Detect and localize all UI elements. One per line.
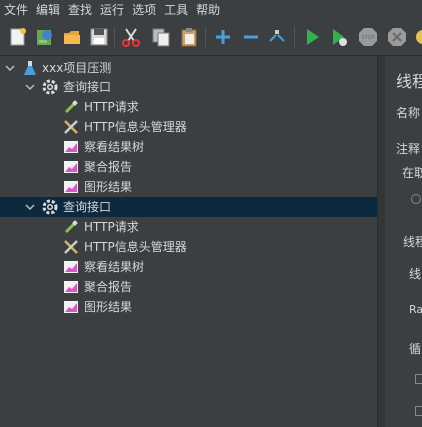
tree-node-label: HTTP请求 [84, 220, 139, 234]
new-icon[interactable] [7, 26, 29, 48]
chart-icon [63, 279, 79, 295]
tree-node-label: xxx项目压测 [42, 61, 112, 75]
menu-bar: 文件 编辑 查找 运行 选项 工具 帮助 [0, 0, 422, 20]
chevron-down-icon[interactable] [24, 81, 36, 93]
tree-node-label: 图形结果 [84, 180, 133, 194]
tree-node-http-request[interactable]: HTTP请求 [0, 217, 377, 237]
menu-file[interactable]: 文件 [0, 0, 32, 20]
tree-node-http-request[interactable]: HTTP请求 [0, 97, 377, 117]
menu-search[interactable]: 查找 [64, 0, 96, 20]
tree-node-label: 聚合报告 [84, 280, 133, 294]
menu-help[interactable]: 帮助 [192, 0, 224, 20]
tree-node-listener[interactable]: 察看结果树 [0, 257, 377, 277]
tree-node-listener[interactable]: 聚合报告 [0, 277, 377, 297]
tree-node-thread-group[interactable]: 查询接口 [0, 197, 377, 217]
tree-node-label: HTTP信息头管理器 [84, 240, 187, 254]
menu-edit[interactable]: 编辑 [32, 0, 64, 20]
loop-count-label: 循 [409, 342, 422, 356]
menu-run[interactable]: 运行 [96, 0, 128, 20]
start-icon[interactable] [301, 26, 323, 48]
cut-icon[interactable] [120, 26, 142, 48]
toolbar: STOP [0, 20, 422, 56]
tree-node-label: 察看结果树 [84, 260, 145, 274]
toolbar-separator [114, 27, 115, 47]
chart-icon [63, 259, 79, 275]
tree-node-header-manager[interactable]: HTTP信息头管理器 [0, 237, 377, 257]
menu-options[interactable]: 选项 [128, 0, 160, 20]
gear-icon [42, 79, 58, 95]
test-plan-tree: xxx项目压测 查询接口 HTTP请求 HTTP信息头管理器 察看结果树 聚合报… [0, 56, 377, 427]
flask-icon [22, 60, 38, 76]
comment-label: 注释 [396, 142, 421, 156]
clear-icon[interactable] [412, 26, 422, 48]
tree-node-test-plan[interactable]: xxx项目压测 [0, 58, 377, 78]
chart-icon [63, 159, 79, 175]
toolbar-separator [205, 27, 206, 47]
tree-node-listener[interactable]: 图形结果 [0, 177, 377, 197]
chevron-down-icon[interactable] [4, 62, 16, 74]
tree-node-label: HTTP信息头管理器 [84, 120, 187, 134]
chart-icon [63, 179, 79, 195]
split-pane-divider[interactable] [377, 56, 385, 427]
tree-node-label: 图形结果 [84, 300, 133, 314]
shutdown-icon[interactable] [386, 26, 408, 48]
stop-icon[interactable]: STOP [357, 26, 379, 48]
toggle-icon[interactable] [266, 26, 288, 48]
tree-node-listener[interactable]: 图形结果 [0, 297, 377, 317]
tree-node-label: 查询接口 [63, 200, 112, 214]
open-icon[interactable] [61, 26, 83, 48]
threads-count-label: 线 [409, 267, 422, 281]
pipette-icon [63, 99, 79, 115]
tree-node-label: 聚合报告 [84, 160, 133, 174]
start-no-pause-icon[interactable] [328, 26, 350, 48]
pipette-icon [63, 219, 79, 235]
tree-node-thread-group[interactable]: 查询接口 [0, 77, 377, 97]
tree-node-listener[interactable]: 聚合报告 [0, 157, 377, 177]
on-error-label: 在取 [402, 166, 422, 180]
svg-text:STOP: STOP [361, 35, 374, 41]
threads-label: 线程 [403, 235, 422, 249]
tree-node-listener[interactable]: 察看结果树 [0, 137, 377, 157]
templates-icon[interactable] [34, 26, 56, 48]
tools-icon [63, 239, 79, 255]
copy-icon[interactable] [150, 26, 172, 48]
expand-icon[interactable] [212, 26, 234, 48]
tree-node-label: 查询接口 [63, 80, 112, 94]
option-checkbox[interactable] [415, 406, 422, 416]
tree-node-label: 察看结果树 [84, 140, 145, 154]
menu-tools[interactable]: 工具 [160, 0, 192, 20]
save-icon[interactable] [88, 26, 110, 48]
tools-icon [63, 119, 79, 135]
paste-icon[interactable] [178, 26, 200, 48]
on-error-radio[interactable] [411, 194, 421, 204]
toolbar-separator [294, 27, 295, 47]
loop-forever-checkbox[interactable] [415, 374, 422, 384]
chevron-down-icon[interactable] [24, 201, 36, 213]
ramp-up-label: Ra [409, 303, 422, 316]
chart-icon [63, 299, 79, 315]
tree-node-header-manager[interactable]: HTTP信息头管理器 [0, 117, 377, 137]
panel-title: 线程 [396, 72, 422, 91]
name-label: 名称 [396, 106, 421, 120]
thread-group-editor: 线程 名称 注释 在取 线程 线 Ra 循 [385, 56, 422, 427]
gear-icon [42, 199, 58, 215]
tree-node-label: HTTP请求 [84, 100, 139, 114]
chart-icon [63, 139, 79, 155]
collapse-icon[interactable] [240, 26, 262, 48]
